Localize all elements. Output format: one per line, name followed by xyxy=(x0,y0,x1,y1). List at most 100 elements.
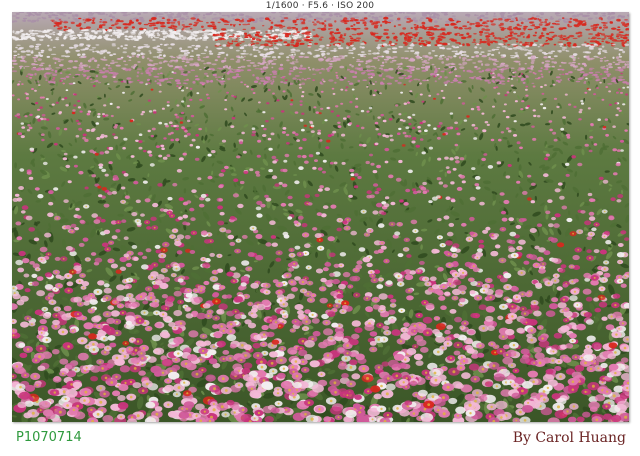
distant-bloom xyxy=(122,14,128,17)
distant-bloom xyxy=(381,40,386,42)
bloom xyxy=(572,254,580,261)
bloom xyxy=(593,93,597,96)
distant-bloom xyxy=(608,66,613,69)
distant-bloom xyxy=(166,21,170,24)
distant-bloom xyxy=(391,59,397,62)
distant-bloom xyxy=(466,36,472,39)
distant-bloom xyxy=(290,44,295,46)
bloom xyxy=(419,82,422,85)
distant-bloom xyxy=(614,63,620,66)
distant-bloom xyxy=(279,63,284,67)
distant-bloom xyxy=(241,18,244,22)
distant-bloom xyxy=(160,25,166,28)
distant-bloom xyxy=(347,80,350,83)
distant-bloom xyxy=(371,16,375,19)
distant-bloom xyxy=(257,64,260,67)
bloom xyxy=(16,236,23,241)
bloom-center xyxy=(208,233,210,236)
distant-bloom xyxy=(209,52,214,55)
distant-bloom xyxy=(329,60,335,62)
distant-bloom xyxy=(377,55,381,58)
distant-bloom xyxy=(240,16,245,19)
distant-bloom xyxy=(116,58,122,60)
bloom-center xyxy=(555,274,558,277)
distant-bloom xyxy=(190,17,196,20)
distant-bloom xyxy=(524,20,530,22)
distant-bloom xyxy=(573,43,577,45)
distant-bloom xyxy=(606,64,609,67)
bloom xyxy=(399,199,404,203)
distant-bloom xyxy=(157,29,161,32)
distant-bloom xyxy=(424,55,430,59)
bloom xyxy=(148,110,153,113)
bloom xyxy=(378,293,388,300)
distant-bloom xyxy=(373,16,379,19)
distant-bloom xyxy=(153,30,158,32)
distant-bloom xyxy=(106,38,109,41)
distant-bloom xyxy=(237,66,241,69)
distant-bloom xyxy=(259,19,263,22)
distant-bloom xyxy=(170,56,174,59)
distant-bloom xyxy=(271,62,277,65)
distant-bloom xyxy=(50,39,53,41)
distant-bloom xyxy=(485,38,490,41)
distant-bloom xyxy=(584,81,587,83)
distant-bloom xyxy=(468,77,475,79)
distant-bloom xyxy=(415,67,421,70)
distant-bloom xyxy=(479,40,484,44)
distant-bloom xyxy=(471,56,476,58)
distant-bloom xyxy=(484,79,490,82)
distant-bloom xyxy=(231,40,234,43)
bloom xyxy=(370,162,375,166)
distant-bloom xyxy=(504,64,509,67)
distant-bloom xyxy=(523,28,526,31)
distant-bloom xyxy=(397,66,400,68)
bloom xyxy=(585,77,588,80)
distant-bloom xyxy=(504,18,509,22)
distant-bloom xyxy=(318,38,323,41)
distant-bloom xyxy=(68,60,74,63)
distant-bloom xyxy=(149,60,154,62)
distant-bloom xyxy=(383,32,389,35)
distant-bloom xyxy=(184,83,188,85)
distant-bloom xyxy=(330,27,333,30)
distant-bloom xyxy=(254,68,259,70)
distant-bloom xyxy=(541,32,544,35)
distant-bloom xyxy=(182,13,188,16)
distant-bloom xyxy=(598,17,603,20)
bloom xyxy=(294,245,301,250)
distant-bloom xyxy=(214,76,218,79)
distant-bloom xyxy=(509,20,514,23)
distant-bloom xyxy=(447,43,451,45)
distant-bloom xyxy=(158,57,163,59)
distant-bloom xyxy=(304,26,309,30)
distant-bloom xyxy=(574,68,577,70)
distant-bloom xyxy=(444,56,447,58)
distant-bloom xyxy=(173,67,176,70)
distant-bloom xyxy=(479,38,483,41)
distant-bloom xyxy=(213,17,219,20)
distant-bloom xyxy=(57,60,61,62)
distant-bloom xyxy=(35,43,42,46)
distant-bloom xyxy=(192,30,199,34)
distant-bloom xyxy=(582,14,588,18)
distant-bloom xyxy=(296,31,301,33)
distant-bloom xyxy=(374,24,379,27)
distant-bloom xyxy=(153,37,160,39)
distant-bloom xyxy=(195,44,201,48)
distant-bloom xyxy=(242,28,247,30)
bloom xyxy=(239,180,245,185)
distant-bloom xyxy=(303,56,310,58)
distant-bloom xyxy=(595,41,600,44)
distant-bloom xyxy=(59,20,63,23)
distant-bloom xyxy=(59,64,64,67)
distant-bloom xyxy=(154,67,158,71)
distant-bloom xyxy=(18,80,21,83)
distant-bloom xyxy=(57,25,60,27)
distant-bloom xyxy=(15,17,20,19)
distant-bloom xyxy=(479,47,482,49)
distant-bloom xyxy=(110,69,113,71)
bloom xyxy=(440,89,444,92)
distant-bloom xyxy=(268,62,271,65)
distant-bloom xyxy=(148,19,152,22)
